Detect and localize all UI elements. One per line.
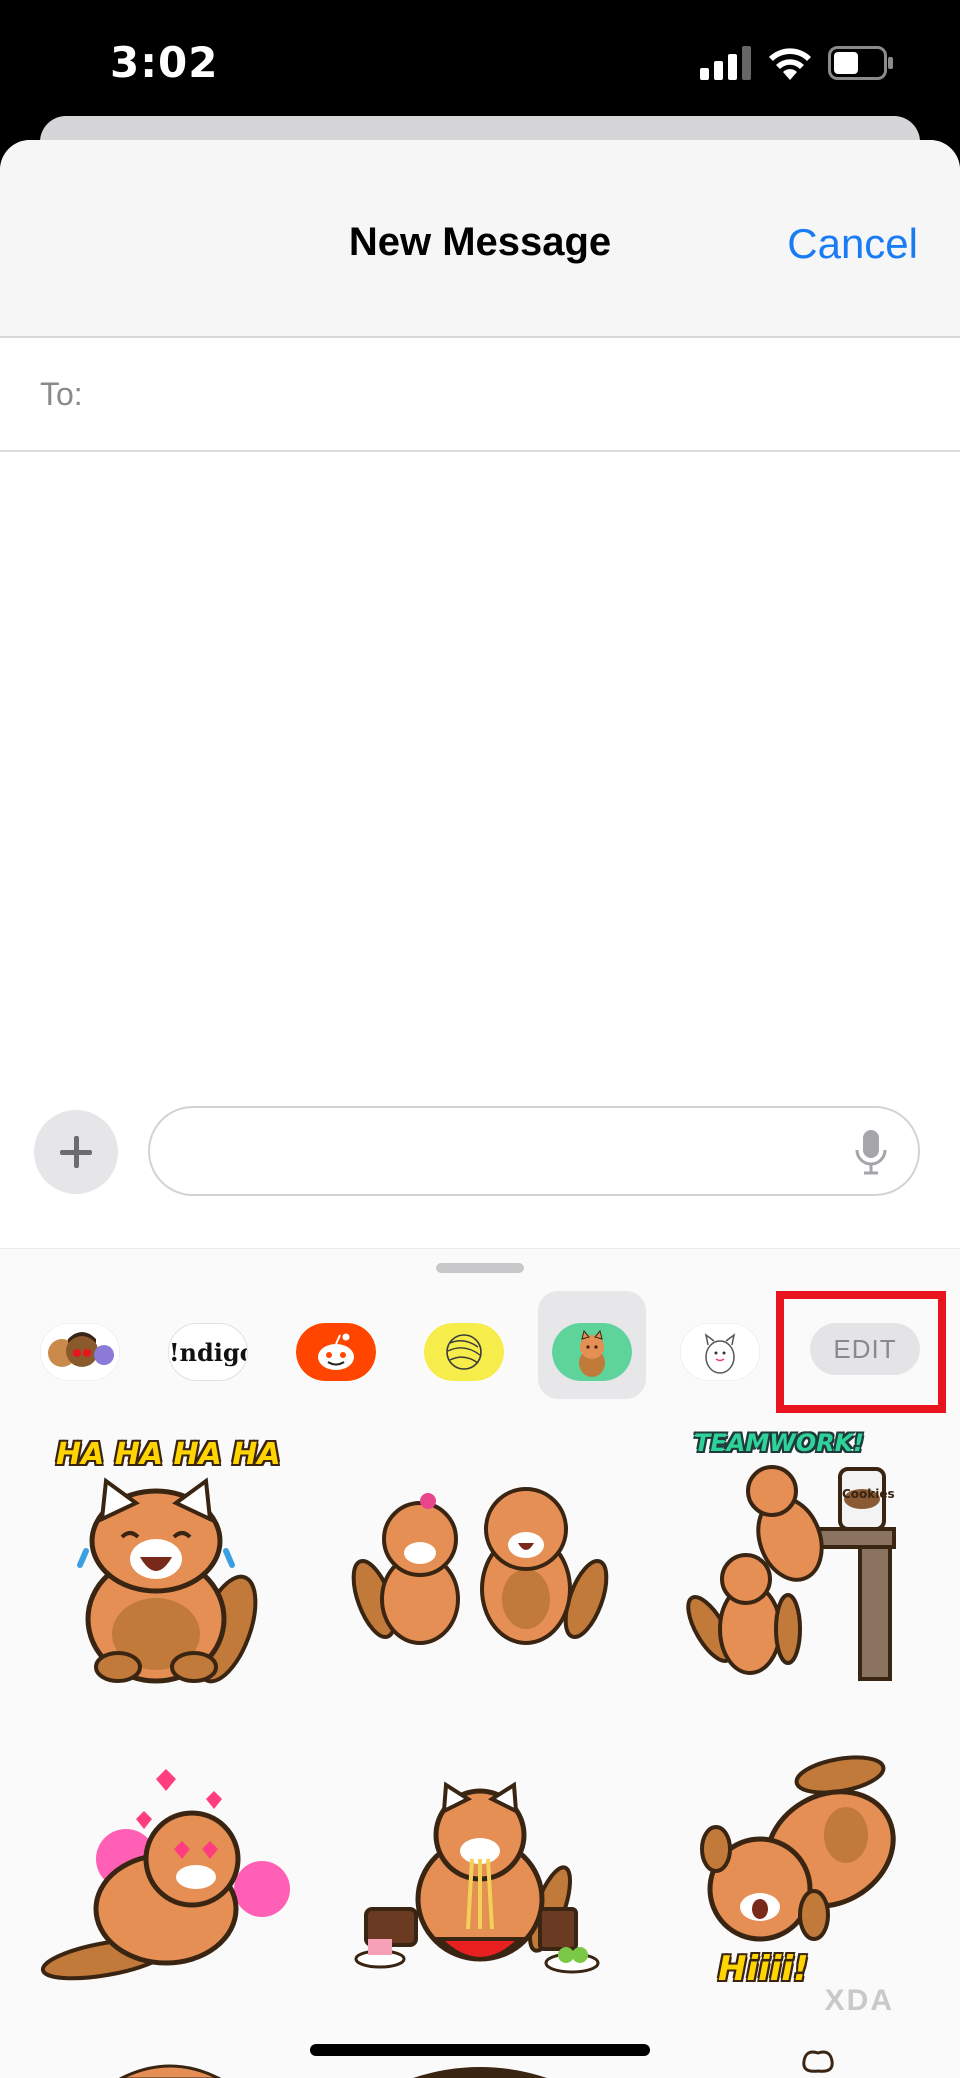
red-panda-stickers-app-icon[interactable]: [552, 1323, 632, 1381]
indigo-app-label: !ndigo: [169, 1338, 248, 1367]
red-panda-love-image: [40, 1769, 290, 1981]
new-message-sheet: New Message Cancel To: !ndigo EDIT HA HA…: [0, 140, 960, 2078]
sticker-red-panda-hiii[interactable]: Hiiii!: [680, 1739, 940, 1999]
red-panda-eating-noodles-image: [354, 1781, 600, 1974]
watermark: XDA: [824, 1984, 894, 2017]
to-label: To:: [40, 376, 83, 412]
home-indicator[interactable]: [310, 2044, 650, 2056]
red-panda-pair-image: [351, 1487, 609, 1645]
status-bar: 3:02: [0, 0, 960, 130]
message-input[interactable]: [148, 1106, 920, 1196]
app-strip: !ndigo EDIT: [0, 1289, 960, 1413]
sticker-grid: HA HA HA HA TEAMWORK! Cookies Hiiii!: [0, 1409, 960, 2078]
sticker-caption-ha: HA HA HA HA: [56, 1437, 281, 1472]
navigation-bar: New Message Cancel: [0, 140, 960, 338]
sticker-partial-left[interactable]: [110, 2059, 230, 2078]
reddit-app-icon[interactable]: [296, 1323, 376, 1381]
status-time: 3:02: [110, 38, 219, 87]
recipient-field[interactable]: To:: [0, 338, 960, 452]
cellular-signal-icon: [700, 46, 751, 80]
cancel-button[interactable]: Cancel: [787, 220, 918, 268]
sticker-caption-teamwork: TEAMWORK!: [694, 1429, 865, 1457]
drawer-grabber[interactable]: [436, 1263, 524, 1273]
white-creature-stickers-app-icon[interactable]: [680, 1323, 760, 1381]
sticker-red-panda-love[interactable]: [36, 1739, 296, 1999]
yellow-sphere-app-icon[interactable]: [424, 1323, 504, 1381]
indigo-app-icon[interactable]: !ndigo: [168, 1323, 248, 1381]
sticker-red-panda-eating-noodles[interactable]: [350, 1739, 610, 1999]
sticker-red-panda-laughing[interactable]: HA HA HA HA: [36, 1429, 296, 1689]
composer-bar: [0, 1098, 960, 1248]
edit-button-highlight-box: [776, 1291, 946, 1413]
microphone-icon[interactable]: [854, 1128, 888, 1176]
plus-icon[interactable]: [34, 1110, 118, 1194]
battery-icon: [828, 46, 893, 80]
sticker-caption-hiii: Hiiii!: [718, 1949, 809, 1989]
sticker-red-panda-pair[interactable]: [350, 1429, 610, 1689]
sticker-red-panda-teamwork[interactable]: TEAMWORK! Cookies: [680, 1429, 940, 1689]
red-panda-teamwork-image: [686, 1465, 896, 1681]
cookie-jar-label: Cookies: [842, 1487, 895, 1501]
imessage-app-drawer: !ndigo EDIT HA HA HA HA TEAMWORK! Cookie…: [0, 1248, 960, 2078]
memoji-stickers-app-icon[interactable]: [40, 1323, 120, 1381]
sticker-partial-right[interactable]: [798, 2049, 838, 2078]
sticker-partial-center[interactable]: [400, 2059, 560, 2078]
wifi-icon: [769, 48, 811, 80]
